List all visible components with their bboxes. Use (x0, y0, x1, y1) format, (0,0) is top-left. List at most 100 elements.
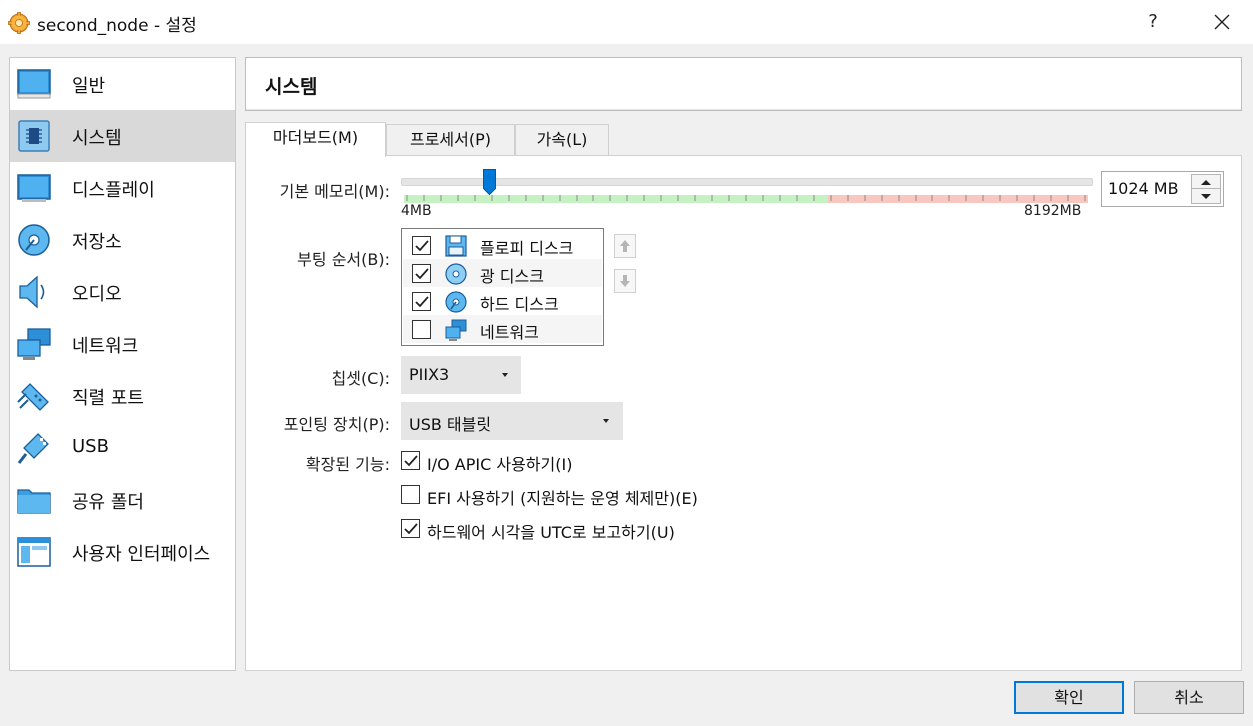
tab-motherboard[interactable]: 마더보드(M) (245, 122, 386, 157)
memory-scale (404, 195, 1088, 203)
sidebar-item-general[interactable]: 일반 (10, 58, 235, 110)
triangle-up-icon (1201, 180, 1211, 185)
floppy-icon (445, 235, 467, 257)
checkmark-icon (415, 240, 429, 252)
memory-spinbox[interactable]: 1024 MB (1101, 171, 1224, 207)
boot-checkbox[interactable] (412, 264, 431, 283)
boot-checkbox[interactable] (412, 292, 431, 311)
sidebar-item-shared-folder[interactable]: 공유 폴더 (10, 474, 235, 526)
io-apic-label: I/O APIC 사용하기(I) (427, 455, 573, 474)
boot-move-up-button[interactable] (614, 234, 636, 258)
pointing-device-label: 포인팅 장치(P): (283, 415, 390, 434)
network-icon (445, 319, 467, 341)
sidebar-item-label: 네트워크 (72, 336, 139, 357)
system-icon (18, 120, 50, 152)
shared-folder-icon (17, 489, 51, 514)
checkmark-icon (415, 296, 429, 308)
checkmark-icon (404, 523, 418, 535)
network-icon (17, 328, 51, 360)
utc-clock-checkbox[interactable] (401, 519, 420, 538)
sidebar-item-usb[interactable]: USB (10, 422, 235, 474)
help-button[interactable]: ? (1140, 8, 1166, 36)
boot-item-floppy[interactable]: 플로피 디스크 (403, 231, 602, 259)
virtualbox-gear-icon (8, 12, 30, 34)
extended-features-label: 확장된 기능: (305, 455, 390, 474)
efi-label: EFI 사용하기 (지원하는 운영 체제만)(E) (427, 489, 698, 508)
optical-disc-icon (445, 263, 467, 285)
sidebar-item-label: 시스템 (72, 128, 122, 149)
settings-sidebar: 일반 시스템 디스플레이 저장소 오디오 네트워크 직렬 포트 USB 공유 폴… (9, 57, 236, 671)
tab-acceleration[interactable]: 가속(L) (515, 124, 609, 156)
memory-label: 기본 메모리(M): (279, 182, 390, 201)
boot-item-label: 네트워크 (480, 323, 539, 342)
memory-min-label: 4MB (401, 203, 432, 219)
boot-item-optical[interactable]: 광 디스크 (403, 259, 602, 287)
boot-item-network[interactable]: 네트워크 (403, 315, 602, 343)
efi-checkbox[interactable] (401, 485, 420, 504)
boot-checkbox[interactable] (412, 236, 431, 255)
sidebar-item-label: 사용자 인터페이스 (72, 544, 211, 565)
sidebar-item-label: USB (72, 436, 109, 457)
chipset-label: 칩셋(C): (331, 369, 391, 388)
scale-safe-range (404, 195, 828, 203)
memory-slider-handle[interactable] (482, 169, 496, 195)
sidebar-item-storage[interactable]: 저장소 (10, 214, 235, 266)
display-icon (17, 174, 51, 202)
hard-disk-icon (445, 291, 467, 313)
close-icon (1214, 14, 1230, 30)
triangle-down-icon (1201, 194, 1211, 199)
utc-clock-label: 하드웨어 시각을 UTC로 보고하기(U) (427, 523, 675, 542)
boot-item-label: 광 디스크 (480, 267, 544, 286)
memory-slider[interactable] (401, 178, 1093, 186)
page-title: 시스템 (265, 76, 318, 98)
pointing-device-value: USB 태블릿 (409, 415, 492, 434)
serial-port-icon (17, 383, 49, 411)
io-apic-checkbox[interactable] (401, 451, 420, 470)
chevron-down-icon (603, 419, 609, 423)
boot-item-hard-disk[interactable]: 하드 디스크 (403, 287, 602, 315)
boot-checkbox[interactable] (412, 320, 431, 339)
memory-spin-buttons (1191, 174, 1221, 204)
sidebar-item-label: 일반 (72, 76, 106, 97)
chipset-select[interactable]: PIIX3 (401, 356, 521, 394)
general-icon (17, 69, 51, 99)
sidebar-item-label: 직렬 포트 (72, 388, 144, 409)
spin-down-button[interactable] (1192, 189, 1220, 203)
sidebar-item-label: 저장소 (72, 232, 122, 253)
page-header: 시스템 (245, 57, 1242, 111)
storage-icon (18, 224, 50, 256)
memory-value: 1024 MB (1108, 179, 1179, 198)
memory-max-label: 8192MB (1024, 203, 1082, 219)
sidebar-item-audio[interactable]: 오디오 (10, 266, 235, 318)
boot-item-label: 하드 디스크 (480, 295, 559, 314)
boot-item-label: 플로피 디스크 (480, 239, 574, 258)
sidebar-item-display[interactable]: 디스플레이 (10, 162, 235, 214)
sidebar-item-label: 오디오 (72, 284, 122, 305)
arrow-down-icon (620, 275, 630, 287)
motherboard-pane (245, 155, 1242, 671)
sidebar-item-user-interface[interactable]: 사용자 인터페이스 (10, 526, 235, 578)
close-button[interactable] (1204, 6, 1240, 38)
tab-processor[interactable]: 프로세서(P) (386, 124, 515, 156)
checkmark-icon (404, 455, 418, 467)
audio-icon (19, 275, 45, 309)
user-interface-icon (17, 537, 51, 567)
boot-order-label: 부팅 순서(B): (297, 250, 390, 269)
arrow-up-icon (620, 240, 630, 252)
cancel-button[interactable]: 취소 (1134, 681, 1244, 714)
sidebar-item-network[interactable]: 네트워크 (10, 318, 235, 370)
ok-button[interactable]: 확인 (1014, 681, 1124, 714)
window-title: second_node - 설정 (37, 16, 197, 36)
boot-order-list: 플로피 디스크 광 디스크 하드 디스크 네트워크 (401, 228, 604, 346)
boot-move-down-button[interactable] (614, 269, 636, 293)
chipset-value: PIIX3 (409, 365, 450, 384)
spin-up-button[interactable] (1192, 175, 1220, 189)
checkmark-icon (415, 268, 429, 280)
sidebar-item-label: 공유 폴더 (72, 492, 144, 513)
title-bar: second_node - 설정 ? (0, 0, 1253, 44)
sidebar-item-serial-port[interactable]: 직렬 포트 (10, 370, 235, 422)
sidebar-item-system[interactable]: 시스템 (10, 110, 235, 162)
pointing-device-select[interactable]: USB 태블릿 (401, 402, 623, 440)
chevron-down-icon (502, 373, 508, 377)
sidebar-item-label: 디스플레이 (72, 180, 155, 201)
